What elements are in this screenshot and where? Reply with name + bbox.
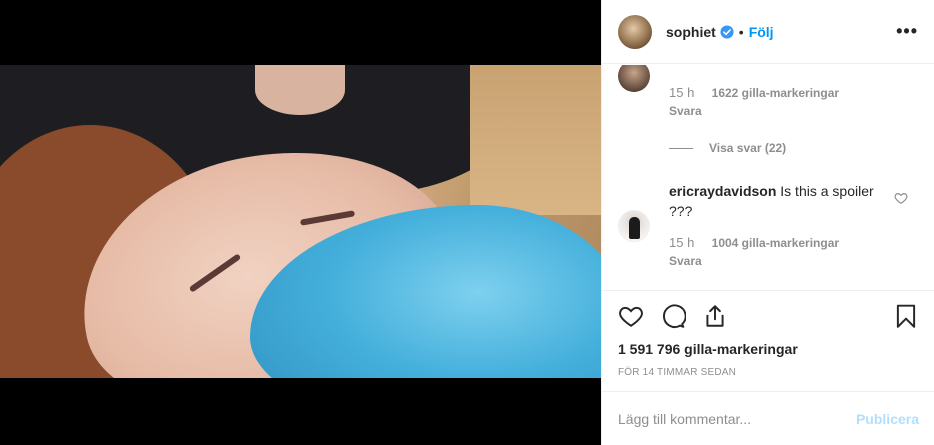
add-comment-bar: Publicera bbox=[602, 391, 934, 445]
comment-input[interactable] bbox=[618, 410, 856, 427]
comment-time[interactable]: 15 h bbox=[669, 235, 694, 250]
comment-icon[interactable] bbox=[660, 303, 686, 329]
comment-meta: 15 h 1622 gilla-markeringar bbox=[669, 85, 839, 100]
post-photo[interactable] bbox=[0, 65, 601, 378]
comment-meta: 15 h 1004 gilla-markeringar bbox=[669, 235, 839, 250]
action-icons bbox=[618, 291, 919, 341]
post-header: sophiet • Följ ••• bbox=[602, 0, 934, 64]
reply-button[interactable]: Svara bbox=[669, 104, 702, 118]
verified-icon bbox=[720, 24, 734, 39]
avatar[interactable] bbox=[618, 14, 652, 49]
comment-like-heart-icon[interactable] bbox=[894, 191, 908, 205]
follow-button[interactable]: Följ bbox=[749, 24, 774, 40]
divider-line bbox=[669, 147, 693, 149]
post-actions: 1 591 796 gilla-markeringar FÖR 14 TIMMA… bbox=[602, 290, 934, 378]
username-link[interactable]: sophiet bbox=[666, 24, 716, 40]
comment-item: ericraydavidson Is this a spoiler ??? bbox=[669, 181, 891, 221]
reply-button[interactable]: Svara bbox=[669, 254, 702, 268]
comments-list[interactable]: 15 h 1622 gilla-markeringar Svara Visa s… bbox=[602, 65, 934, 290]
post-side-panel: sophiet • Följ ••• 15 h 1622 gilla-marke… bbox=[601, 0, 934, 445]
separator-dot: • bbox=[738, 23, 744, 40]
share-icon[interactable] bbox=[702, 303, 728, 329]
likes-count[interactable]: 1 591 796 gilla-markeringar bbox=[618, 341, 919, 357]
comment-likes[interactable]: 1004 gilla-markeringar bbox=[712, 236, 839, 250]
comment-time[interactable]: 15 h bbox=[669, 85, 694, 100]
view-replies-label: Visa svar (22) bbox=[709, 141, 787, 155]
post-media bbox=[0, 0, 601, 445]
publish-button[interactable]: Publicera bbox=[856, 411, 919, 427]
post-timestamp[interactable]: FÖR 14 TIMMAR SEDAN bbox=[618, 367, 919, 378]
commenter-avatar[interactable] bbox=[618, 65, 650, 92]
heart-icon[interactable] bbox=[618, 303, 644, 329]
commenter-avatar[interactable] bbox=[618, 210, 650, 242]
comment-username[interactable]: ericraydavidson bbox=[669, 183, 776, 199]
comment-likes[interactable]: 1622 gilla-markeringar bbox=[712, 86, 839, 100]
more-options-icon[interactable]: ••• bbox=[896, 21, 918, 42]
view-replies-button[interactable]: Visa svar (22) bbox=[669, 141, 786, 155]
bookmark-icon[interactable] bbox=[893, 303, 919, 329]
